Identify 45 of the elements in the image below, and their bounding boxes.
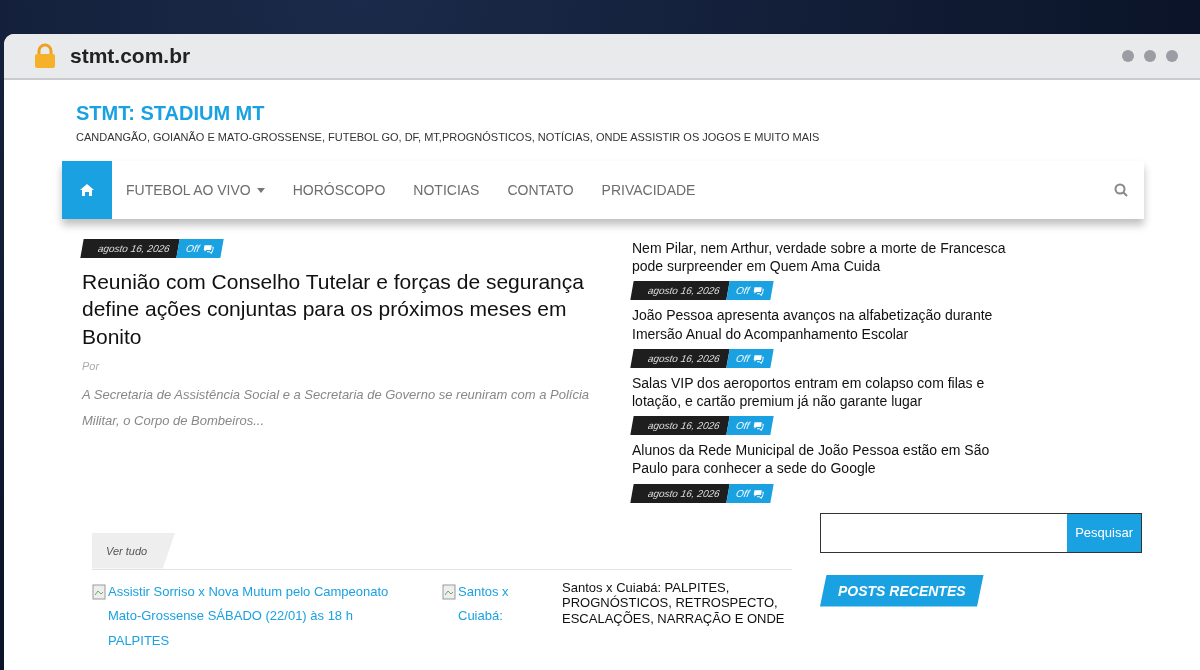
site-title[interactable]: STMT: STADIUM MT [76,102,1128,125]
post-date: agosto 16, 2026 [630,348,730,368]
broken-image-icon [92,583,106,600]
comment-icon [752,353,765,364]
byline: Por [82,359,101,372]
site-tagline: CANDANGÃO, GOIANÃO E MATO-GROSSENSE, FUTEBOL GO, DF, MT,PROGNÓSTICOS, NOTÍCIAS, ONDE ASSISTIR OS JOGOS E MUITO MAIS [76,131,821,143]
post-title[interactable]: Alunos da Rede Municipal de João Pessoa estão em São Paulo para conhecer a sede do Google [632,441,1012,478]
home-icon [80,184,94,196]
post-title[interactable]: Salas VIP dos aeroportos entram em colapso com filas e lotação, e cartão premium já não garante lugar [632,373,1012,411]
comments-tag[interactable]: Off [726,348,774,368]
post-date: agosto 16, 2026 [630,416,730,436]
comment-icon [202,243,215,254]
featured-post-title[interactable]: Reunião com Conselho Tutelar e forças de segurança define ações conjuntas para os próximos meses em Bonito [82,268,602,350]
nav-link[interactable]: HORÓSCOPO [278,161,400,219]
home-button[interactable] [62,161,112,219]
padlock-icon [34,43,56,69]
nav-link[interactable]: PRIVACIDADE [587,161,710,219]
post-date: agosto 16, 2026 [630,483,730,503]
broken-image-icon [442,583,456,600]
post-title[interactable]: João Pessoa apresenta avanços na alfabetização durante Imersão Anual do Acompanhamento Escolar [632,306,1012,343]
nav-link[interactable]: FUTEBOL AO VIVO [112,161,279,219]
view-all-tab[interactable]: Ver tudo [92,532,176,569]
post-excerpt: A Secretaria de Assistência Social e a Secretaria de Governo se reuniram com a Polícia Militar, o Corpo de Bombeiros... [82,385,590,430]
window-dot[interactable] [1166,50,1178,62]
comments-tag[interactable]: Off [726,483,774,503]
broken-image-link[interactable]: Santos x Cuiabá: [442,579,532,654]
nav-link[interactable]: NOTICIAS [399,161,494,219]
post-date: agosto 16, 2026 [80,239,180,258]
caret-icon [256,187,265,193]
broken-image-link[interactable]: Assistir Sorriso x Nova Mutum pelo Campeonato Mato-Grossense SÁBADO (22/01) às 18 h PALPITES [92,579,412,654]
comment-icon [752,488,765,498]
nav-link[interactable]: CONTATO [493,161,588,219]
comment-icon [752,420,765,431]
window-dot[interactable] [1122,50,1134,62]
post-title[interactable]: Santos x Cuiabá: PALPITES, PROGNÓSTICOS, RETROSPECTO, ESCALAÇÕES, NARRAÇÃO E ONDE [562,579,792,654]
post-title[interactable]: Nem Pilar, nem Arthur, verdade sobre a morte de Francesca pode surpreender em Quem Ama Cuida [632,239,1012,276]
post-date: agosto 16, 2026 [630,281,730,301]
widget-title: POSTS RECENTES [820,574,984,607]
search-button[interactable]: Pesquisar [1067,513,1141,552]
comments-tag[interactable]: Off [726,416,774,436]
comments-tag[interactable]: Off [726,281,774,301]
comments-tag[interactable]: Off [176,239,224,258]
window-dot[interactable] [1144,50,1156,62]
comment-icon [752,285,765,296]
search-icon[interactable] [1114,183,1128,197]
